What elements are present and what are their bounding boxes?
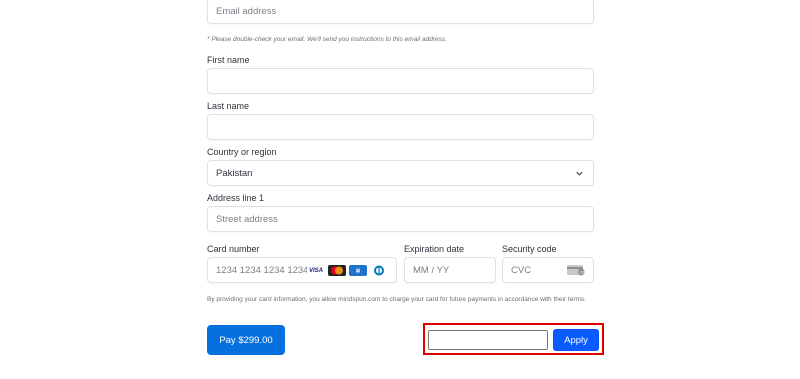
cvc-field[interactable]: CVC 123 [502, 257, 594, 283]
email-placeholder: Email address [216, 5, 277, 17]
card-terms: By providing your card information, you … [207, 296, 586, 303]
expiry-placeholder: MM / YY [413, 264, 450, 276]
pay-button[interactable]: Pay $299.00 [207, 325, 285, 355]
card-number-placeholder: 1234 1234 1234 1234 [216, 264, 309, 276]
card-brands: VISA ▦ [307, 265, 388, 276]
email-note: * Please double-check your email. We'll … [207, 36, 447, 43]
coupon-input[interactable] [428, 330, 548, 350]
expiry-field[interactable]: MM / YY [404, 257, 496, 283]
first-name-label: First name [207, 55, 250, 65]
card-number-field[interactable]: 1234 1234 1234 1234 VISA ▦ [207, 257, 397, 283]
cvc-card-icon: 123 [567, 265, 585, 276]
amex-icon: ▦ [349, 265, 367, 276]
card-number-label: Card number [207, 244, 260, 254]
address-label: Address line 1 [207, 193, 265, 203]
apply-button[interactable]: Apply [553, 329, 599, 351]
country-label: Country or region [207, 147, 277, 157]
country-value: Pakistan [216, 167, 253, 179]
first-name-field[interactable] [207, 68, 594, 94]
email-field[interactable]: Email address [207, 0, 594, 24]
svg-text:123: 123 [578, 271, 585, 275]
diners-icon [370, 265, 388, 276]
cvc-placeholder: CVC [511, 264, 532, 276]
cvc-label: Security code [502, 244, 557, 254]
country-select[interactable]: Pakistan [207, 160, 594, 186]
last-name-label: Last name [207, 101, 250, 111]
mastercard-icon [328, 265, 346, 276]
last-name-field[interactable] [207, 114, 594, 140]
chevron-down-icon [576, 171, 583, 176]
visa-icon: VISA [307, 265, 325, 276]
address-placeholder: Street address [216, 213, 278, 225]
expiry-label: Expiration date [404, 244, 465, 254]
address-field[interactable]: Street address [207, 206, 594, 232]
